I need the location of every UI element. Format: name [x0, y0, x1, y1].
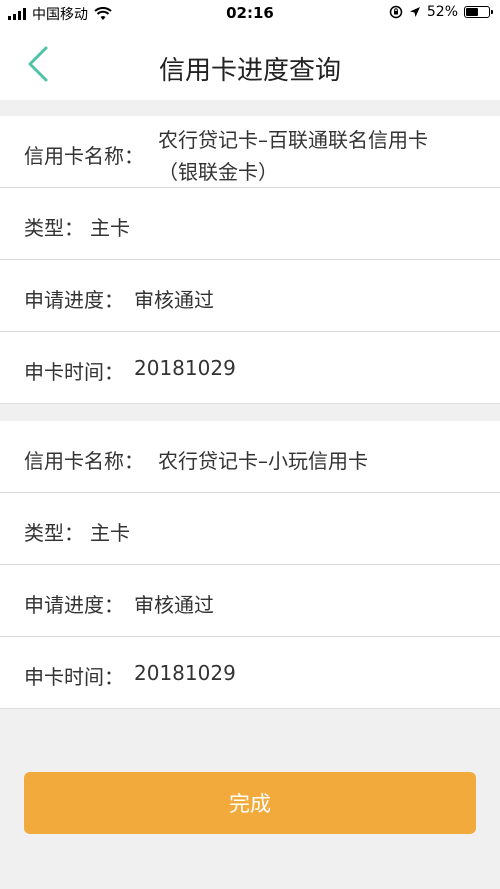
progress-row: 申请进度： 审核通过 — [0, 565, 500, 637]
card-name-label: 信用卡名称： — [24, 449, 144, 473]
progress-label: 申请进度： — [24, 288, 124, 312]
card-type-label: 类型： — [24, 216, 84, 240]
card-name-line1: 农行贷记卡–百联通联名信用卡 — [158, 128, 428, 152]
apply-date-row: 申卡时间： 20181029 — [0, 332, 500, 404]
card-type-label: 类型： — [24, 521, 84, 545]
battery-percent: 52% — [426, 4, 458, 20]
progress-label: 申请进度： — [24, 593, 124, 617]
battery-icon — [464, 6, 493, 18]
card-name-row: 信用卡名称： 农行贷记卡–百联通联名信用卡 （银联金卡） — [0, 116, 500, 188]
card-name-line2: （银联金卡） — [158, 160, 278, 184]
apply-date-value: 20181029 — [134, 356, 236, 380]
progress-row: 申请进度： 审核通过 — [0, 260, 500, 332]
card-type-row: 类型： 主卡 — [0, 493, 500, 565]
card-name-label: 信用卡名称： — [24, 144, 144, 168]
location-icon — [409, 7, 420, 17]
apply-date-label: 申卡时间： — [24, 665, 124, 689]
apply-date-label: 申卡时间： — [24, 360, 124, 384]
status-bar: 中国移动 02:16 52% — [0, 0, 500, 28]
orientation-lock-icon — [389, 5, 403, 19]
card-name-value: 农行贷记卡–小玩信用卡 — [158, 449, 368, 473]
status-right: 52% — [389, 4, 493, 20]
card-type-row: 类型： 主卡 — [0, 188, 500, 260]
card-name-row: 信用卡名称： 农行贷记卡–小玩信用卡 — [0, 421, 500, 493]
card-type-value: 主卡 — [90, 216, 130, 240]
application-card: 信用卡名称： 农行贷记卡–百联通联名信用卡 （银联金卡） 类型： 主卡 申请进度… — [0, 116, 500, 404]
nav-bar: 信用卡进度查询 — [0, 28, 500, 100]
application-card: 信用卡名称： 农行贷记卡–小玩信用卡 类型： 主卡 申请进度： 审核通过 申卡时… — [0, 421, 500, 709]
apply-date-value: 20181029 — [134, 661, 236, 685]
progress-value: 审核通过 — [134, 288, 214, 312]
done-button[interactable]: 完成 — [24, 772, 476, 834]
progress-value: 审核通过 — [134, 593, 214, 617]
apply-date-row: 申卡时间： 20181029 — [0, 637, 500, 709]
card-type-value: 主卡 — [90, 521, 130, 545]
page-title: 信用卡进度查询 — [158, 56, 341, 86]
